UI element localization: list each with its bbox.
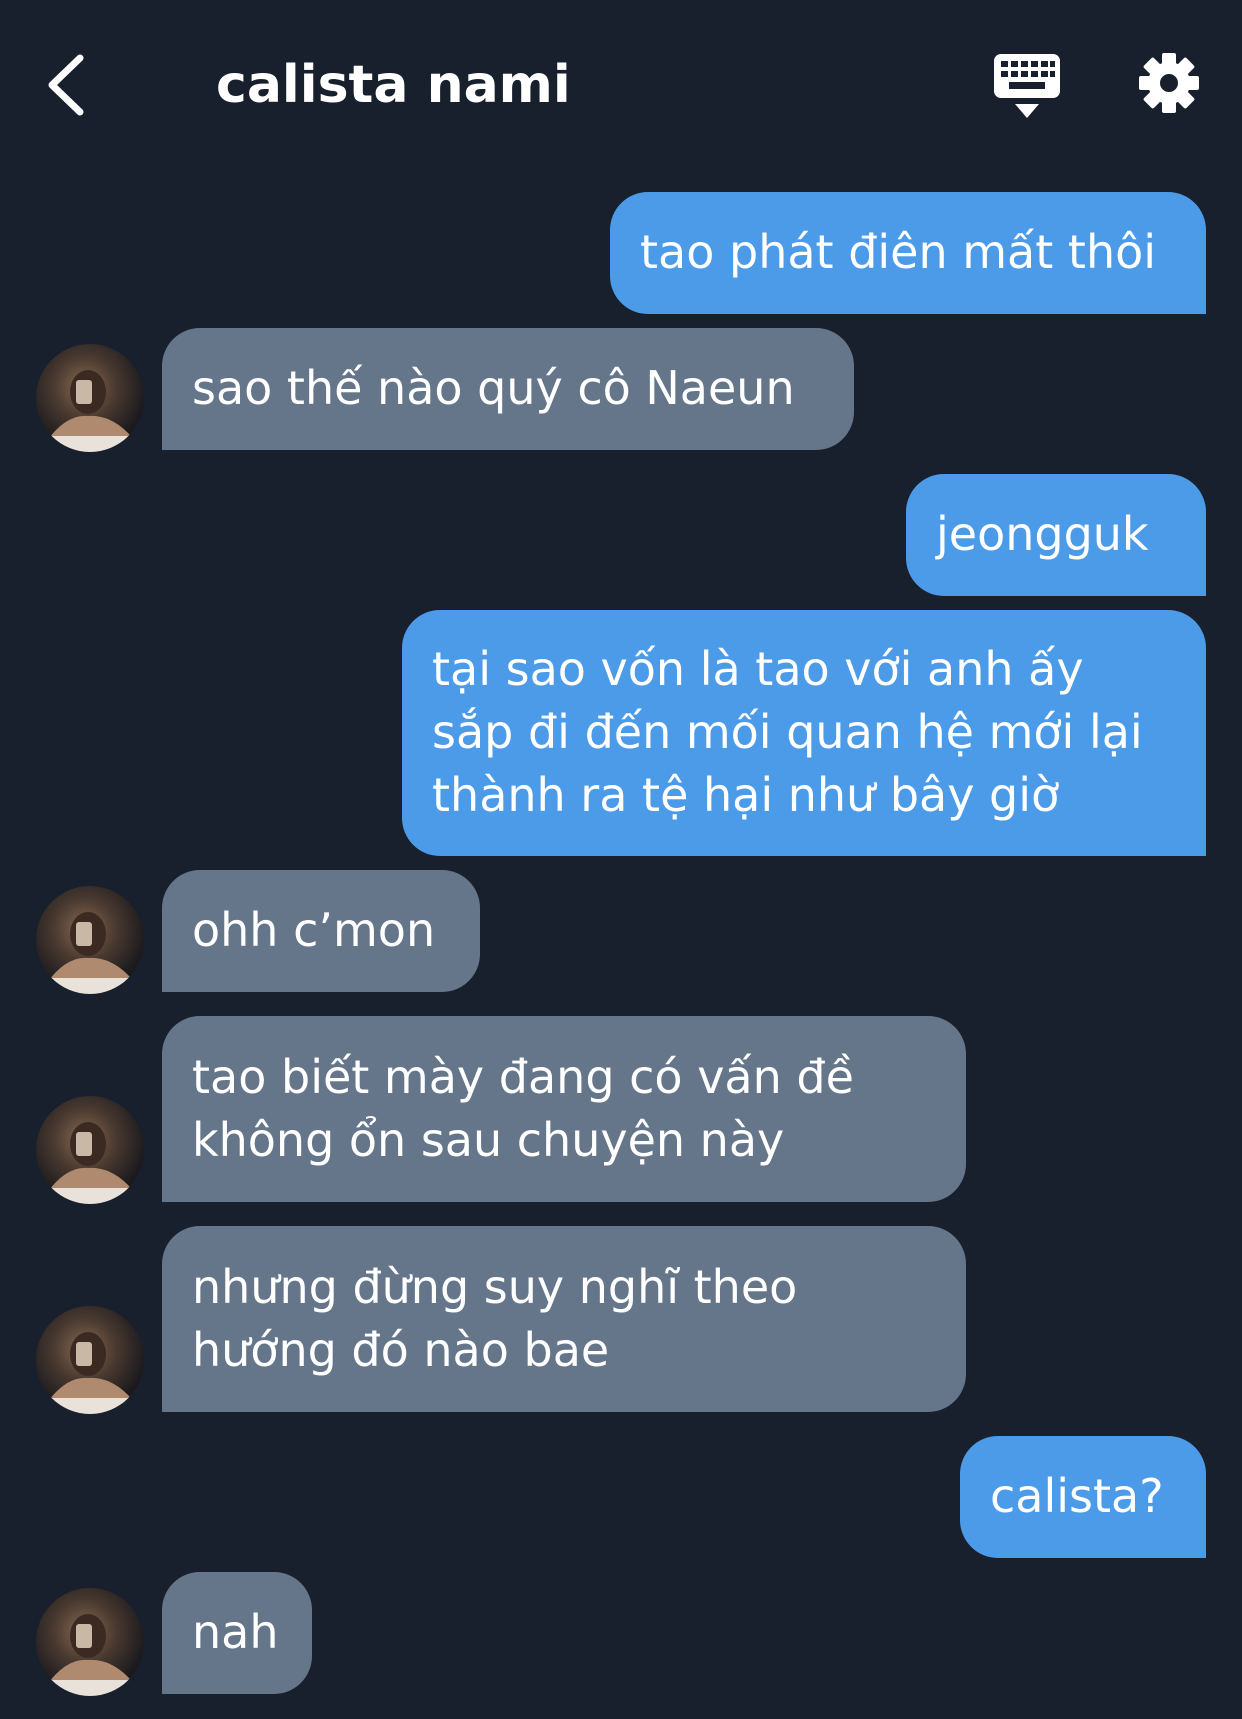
message-bubble-sent[interactable]: tao phát điên mất thôi — [610, 192, 1206, 314]
contact-avatar[interactable] — [36, 886, 144, 994]
message-bubble-received[interactable]: sao thế nào quý cô Naeun — [162, 328, 854, 450]
message-text: calista? — [990, 1469, 1164, 1523]
message-bubble-sent[interactable]: calista? — [960, 1436, 1206, 1558]
message-bubble-received[interactable]: nhưng đừng suy nghĩ theo hướng đó nào ba… — [162, 1226, 966, 1412]
contact-avatar[interactable] — [36, 1306, 144, 1414]
contact-avatar[interactable] — [36, 344, 144, 452]
back-button[interactable] — [40, 50, 100, 120]
contact-avatar[interactable] — [36, 1588, 144, 1696]
avatar-photo — [36, 1614, 144, 1696]
avatar-photo — [36, 1332, 144, 1414]
avatar-photo — [36, 1122, 144, 1204]
message-text-line: sắp đi đến mối quan hệ mới lại — [432, 705, 1143, 759]
avatar-photo — [36, 370, 144, 452]
keyboard-button[interactable] — [992, 52, 1062, 120]
contact-avatar[interactable] — [36, 1096, 144, 1204]
chevron-left-icon — [48, 54, 84, 116]
contact-name[interactable]: calista nami — [216, 50, 571, 120]
message-bubble-received[interactable]: tao biết mày đang có vấn đề không ổn sau… — [162, 1016, 966, 1202]
message-text: tao phát điên mất thôi — [640, 225, 1157, 279]
message-bubble-received[interactable]: ohh c’mon — [162, 870, 480, 992]
message-text: nah — [192, 1605, 279, 1659]
keyboard-icon — [994, 54, 1060, 118]
message-bubble-received[interactable]: nah — [162, 1572, 312, 1694]
message-bubble-sent[interactable]: tại sao vốn là tao với anh ấy sắp đi đến… — [402, 610, 1206, 856]
message-text: sao thế nào quý cô Naeun — [192, 361, 795, 415]
message-text-line: hướng đó nào bae — [192, 1323, 610, 1377]
message-text-line: tại sao vốn là tao với anh ấy — [432, 642, 1084, 696]
message-text: jeongguk — [936, 507, 1149, 561]
message-text-line: nhưng đừng suy nghĩ theo — [192, 1260, 798, 1314]
settings-button[interactable] — [1138, 52, 1200, 114]
message-text-line: thành ra tệ hại như bây giờ — [432, 768, 1060, 822]
gear-icon — [1139, 53, 1199, 113]
message-bubble-sent[interactable]: jeongguk — [906, 474, 1206, 596]
message-text: ohh c’mon — [192, 903, 436, 957]
message-text-line: tao biết mày đang có vấn đề — [192, 1050, 854, 1104]
chat-header: calista nami — [0, 0, 1242, 170]
avatar-photo — [36, 912, 144, 994]
message-text-line: không ổn sau chuyện này — [192, 1113, 785, 1167]
